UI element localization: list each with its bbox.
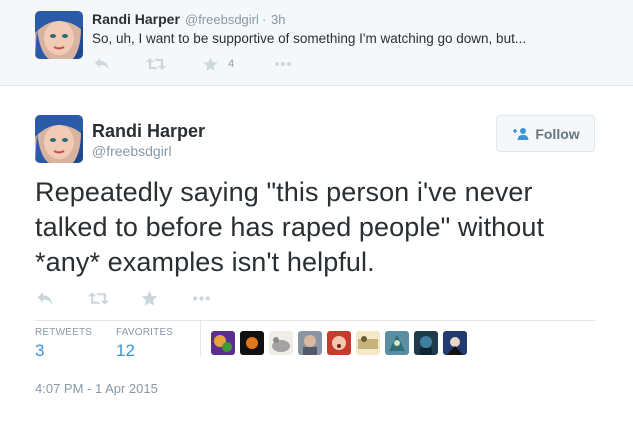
favoriter-avatar[interactable] xyxy=(443,331,467,355)
favorites-label[interactable]: FAVORITES xyxy=(116,327,173,338)
author-name[interactable]: Randi Harper xyxy=(92,11,180,27)
author-name[interactable]: Randi Harper xyxy=(92,121,205,142)
reply-icon[interactable] xyxy=(36,291,54,306)
tweet-text-line: Repeatedly saying "this person i've neve… xyxy=(35,177,533,207)
tweet-text: Repeatedly saying "this person i've neve… xyxy=(35,175,605,280)
retweet-icon[interactable] xyxy=(88,291,109,306)
avatar[interactable] xyxy=(35,11,83,59)
favoriter-avatar[interactable] xyxy=(385,331,409,355)
tweet-text-line: *any* examples isn't helpful. xyxy=(35,247,375,277)
favorite-count: 4 xyxy=(228,58,235,70)
avatar[interactable] xyxy=(35,115,83,163)
retweet-icon[interactable] xyxy=(146,57,166,71)
add-user-icon xyxy=(511,127,529,141)
favoriter-avatar[interactable] xyxy=(414,331,438,355)
reply-icon[interactable] xyxy=(94,57,110,71)
favoriter-avatar[interactable] xyxy=(240,331,264,355)
retweets-count[interactable]: 3 xyxy=(35,341,44,361)
follow-button[interactable]: Follow xyxy=(496,115,595,152)
follow-label: Follow xyxy=(535,125,580,142)
tweet-timestamp[interactable]: 4:07 PM - 1 Apr 2015 xyxy=(35,381,158,396)
more-icon[interactable] xyxy=(274,57,292,71)
separator-dot: · xyxy=(262,12,267,27)
favoriter-avatar[interactable] xyxy=(269,331,293,355)
parent-tweet[interactable]: Randi Harper @freebsdgirl · 3h So, uh, I… xyxy=(0,0,633,86)
divider xyxy=(35,320,595,321)
favoriter-avatar[interactable] xyxy=(356,331,380,355)
favorite-icon[interactable] xyxy=(203,57,218,72)
tweet-text-line: talked to before has raped people" witho… xyxy=(35,212,545,242)
tweet-time[interactable]: 3h xyxy=(271,12,285,27)
more-icon[interactable] xyxy=(192,291,211,306)
stats-separator xyxy=(200,321,201,357)
favoriter-avatar[interactable] xyxy=(298,331,322,355)
favoriter-avatar[interactable] xyxy=(327,331,351,355)
author-handle[interactable]: @freebsdgirl xyxy=(185,12,259,27)
favoriter-avatars xyxy=(211,331,467,355)
author-handle[interactable]: @freebsdgirl xyxy=(92,143,172,159)
tweet-text: So, uh, I want to be supportive of somet… xyxy=(92,31,527,46)
favorite-icon[interactable] xyxy=(141,290,158,307)
retweets-label[interactable]: RETWEETS xyxy=(35,327,92,338)
favoriter-avatar[interactable] xyxy=(211,331,235,355)
favorites-count[interactable]: 12 xyxy=(116,341,135,361)
